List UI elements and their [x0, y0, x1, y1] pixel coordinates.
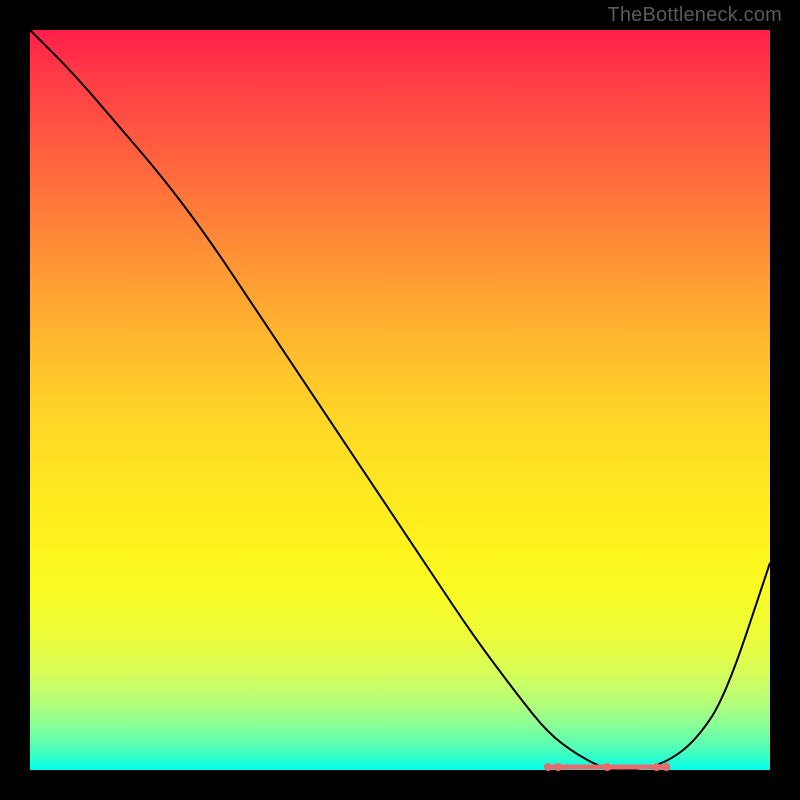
- chart-plot-area: [30, 30, 770, 770]
- chart-highlight-dot: [652, 763, 660, 771]
- chart-highlight-group: [544, 763, 670, 771]
- chart-curve-line: [30, 30, 770, 770]
- chart-highlight-dot: [544, 763, 552, 771]
- chart-highlight-dot: [554, 763, 562, 771]
- chart-svg: [30, 30, 770, 770]
- watermark-text: TheBottleneck.com: [607, 4, 782, 27]
- chart-highlight-dot: [662, 763, 670, 771]
- chart-highlight-dot: [603, 763, 611, 771]
